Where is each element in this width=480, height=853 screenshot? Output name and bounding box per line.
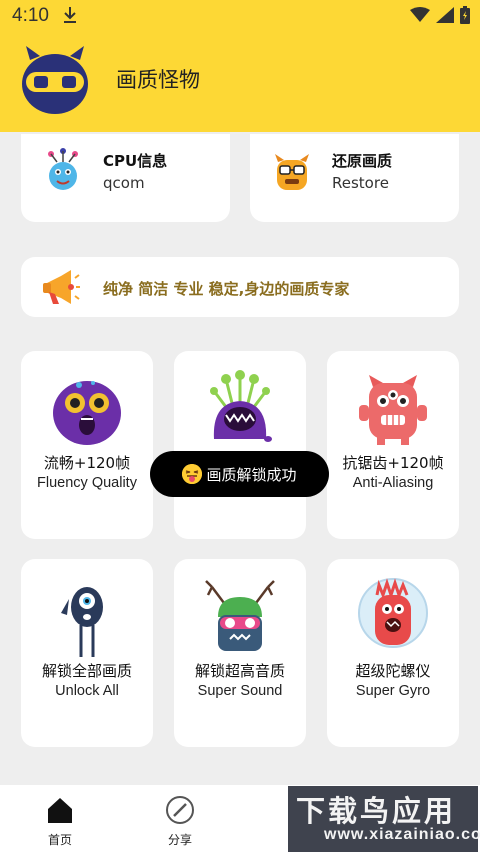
cpu-info-title: CPU信息 <box>103 152 168 170</box>
nav-item-share[interactable]: 分享 <box>150 795 210 848</box>
bubble-monster-icon <box>351 577 435 657</box>
site-watermark: 下载鸟应用 www.xiazainiao.com <box>288 786 480 852</box>
antenna-monster-icon <box>198 369 282 449</box>
feature-super-gyro-en: Super Gyro <box>355 683 431 699</box>
status-time: 4:10 <box>12 5 49 26</box>
feature-super-gyro-cn: 超级陀螺仪 <box>355 662 431 680</box>
status-bar: 4:10 <box>0 0 480 32</box>
app-logo-icon <box>20 44 90 116</box>
watermark-title: 下载鸟应用 <box>296 794 457 828</box>
watermark-url: www.xiazainiao.com <box>324 826 480 843</box>
signal-icon <box>436 7 454 28</box>
feature-fluency-cn: 流畅+120帧 <box>43 454 131 472</box>
nav-item-share-label: 分享 <box>167 833 192 847</box>
download-icon <box>62 6 78 29</box>
restore-card[interactable]: 还原画质 Restore <box>250 134 459 222</box>
restore-subtitle: Restore <box>332 174 389 192</box>
feature-anti-aliasing-en: Anti-Aliasing <box>352 475 434 491</box>
feature-antenna[interactable] <box>174 351 306 539</box>
restore-monster-icon <box>272 148 312 192</box>
app-bar: 画质怪物 <box>0 32 480 132</box>
wifi-icon <box>410 7 430 28</box>
feature-super-sound-en: Super Sound <box>197 683 283 699</box>
red-robot-monster-icon <box>351 369 435 449</box>
cpu-info-subtitle: qcom <box>103 174 145 192</box>
status-icons <box>410 6 470 29</box>
slogan-banner: 纯净 简洁 专业 稳定,身边的画质专家 <box>21 257 459 317</box>
antler-monster-icon <box>198 577 282 657</box>
megaphone-icon <box>41 266 81 310</box>
restore-title: 还原画质 <box>332 152 393 170</box>
feature-unlock-all[interactable]: 解锁全部画质 Unlock All <box>21 559 153 747</box>
battery-icon <box>460 6 470 29</box>
unlock-success-toast: 画质解锁成功 <box>150 451 329 497</box>
cpu-info-card[interactable]: CPU信息 qcom <box>21 134 230 222</box>
feature-super-sound[interactable]: 解锁超高音质 Super Sound <box>174 559 306 747</box>
compass-icon <box>165 795 195 825</box>
feature-anti-aliasing-cn: 抗锯齿+120帧 <box>342 454 444 472</box>
purple-monster-icon <box>45 369 129 449</box>
feature-super-sound-cn: 解锁超高音质 <box>194 662 285 680</box>
feature-unlock-all-en: Unlock All <box>55 683 119 699</box>
feature-fluency[interactable]: 流畅+120帧 Fluency Quality <box>21 351 153 539</box>
feature-fluency-en: Fluency Quality <box>37 475 137 491</box>
one-eye-monster-icon <box>45 577 129 657</box>
toast-text: 画质解锁成功 <box>206 465 297 484</box>
feature-super-gyro[interactable]: 超级陀螺仪 Super Gyro <box>327 559 459 747</box>
feature-anti-aliasing[interactable]: 抗锯齿+120帧 Anti-Aliasing <box>327 351 459 539</box>
home-icon <box>45 795 75 825</box>
cpu-monster-icon <box>43 148 83 192</box>
nav-item-home[interactable]: 首页 <box>30 795 90 848</box>
slogan-text: 纯净 简洁 专业 稳定,身边的画质专家 <box>103 280 350 298</box>
app-title: 画质怪物 <box>116 68 200 92</box>
feature-unlock-all-cn: 解锁全部画质 <box>41 662 132 680</box>
nav-item-home-label: 首页 <box>47 833 72 847</box>
tongue-face-icon <box>182 464 203 484</box>
